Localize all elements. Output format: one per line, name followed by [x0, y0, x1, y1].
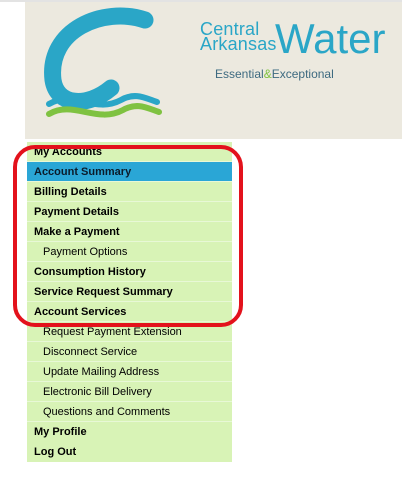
menu-item-questions-and-comments[interactable]: Questions and Comments — [27, 402, 232, 422]
tagline-ampersand: & — [263, 67, 272, 81]
tagline-exceptional: Exceptional — [271, 67, 334, 81]
menu-item-billing-details[interactable]: Billing Details — [27, 182, 232, 202]
brand-tagline: Essential&Exceptional — [215, 67, 334, 81]
brand-word-water: Water — [275, 15, 386, 62]
menu-item-account-summary[interactable]: Account Summary — [27, 162, 232, 182]
menu-item-log-out[interactable]: Log Out — [27, 442, 232, 462]
tagline-essential: Essential — [215, 67, 264, 81]
header-banner: Central Arkansas Water Essential&Excepti… — [25, 2, 402, 139]
menu-item-payment-options[interactable]: Payment Options — [27, 242, 232, 262]
menu-item-account-services[interactable]: Account Services — [27, 302, 232, 322]
menu-item-my-accounts[interactable]: My Accounts — [27, 142, 232, 162]
menu-item-payment-details[interactable]: Payment Details — [27, 202, 232, 222]
menu-item-update-mailing-address[interactable]: Update Mailing Address — [27, 362, 232, 382]
central-arkansas-water-logo-icon — [44, 7, 162, 118]
menu-item-consumption-history[interactable]: Consumption History — [27, 262, 232, 282]
menu-item-my-profile[interactable]: My Profile — [27, 422, 232, 442]
account-nav-menu: My Accounts Account Summary Billing Deta… — [27, 142, 232, 462]
menu-item-make-a-payment[interactable]: Make a Payment — [27, 222, 232, 242]
menu-item-electronic-bill-delivery[interactable]: Electronic Bill Delivery — [27, 382, 232, 402]
menu-item-disconnect-service[interactable]: Disconnect Service — [27, 342, 232, 362]
menu-item-request-payment-extension[interactable]: Request Payment Extension — [27, 322, 232, 342]
brand-line-arkansas: Arkansas — [200, 34, 277, 54]
menu-item-service-request-summary[interactable]: Service Request Summary — [27, 282, 232, 302]
